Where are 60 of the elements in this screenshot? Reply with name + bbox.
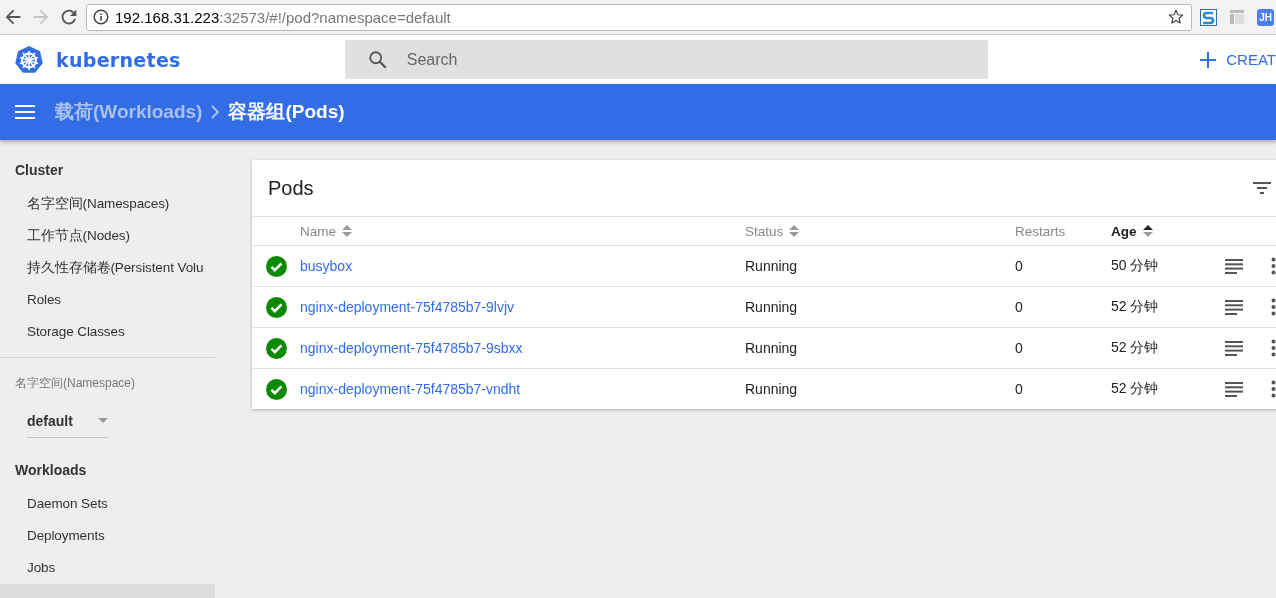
sidebar-item[interactable]: 持久性存储卷(Persistent Volu bbox=[0, 252, 215, 284]
pod-age: 52 分钟 bbox=[1111, 339, 1160, 357]
logs-icon[interactable] bbox=[1224, 340, 1243, 356]
card-title: Pods bbox=[268, 176, 314, 200]
sidebar-item[interactable]: Deployments bbox=[0, 520, 215, 552]
search-icon[interactable] bbox=[366, 49, 389, 71]
sidebar-item[interactable]: 工作节点(Nodes) bbox=[0, 220, 215, 252]
page-title: 容器组(Pods) bbox=[228, 100, 345, 124]
restart-count: 0 bbox=[1015, 381, 1024, 397]
logs-icon[interactable] bbox=[1224, 258, 1243, 274]
dropdown-arrow-icon bbox=[98, 418, 108, 423]
logs-icon[interactable] bbox=[1224, 381, 1243, 397]
url-field[interactable]: 192.168.31.223:32573/#!/pod?namespace=default bbox=[86, 3, 1193, 31]
pod-age: 50 分钟 bbox=[1111, 257, 1160, 275]
column-header: Restarts bbox=[1015, 223, 1067, 239]
chevron-icon bbox=[210, 105, 221, 119]
pod-name-link[interactable]: nginx-deployment-75f4785b7-vndht bbox=[300, 381, 745, 397]
sidebar-item[interactable]: 名字空间(Namespaces) bbox=[0, 188, 215, 220]
pod-age: 52 分钟 bbox=[1111, 298, 1160, 316]
star-icon[interactable] bbox=[1167, 8, 1186, 26]
extension-icon[interactable] bbox=[1200, 8, 1218, 26]
more-options-icon[interactable] bbox=[1270, 257, 1276, 275]
pod-status: Running bbox=[745, 299, 799, 315]
extension-badge[interactable]: JH bbox=[1257, 8, 1274, 26]
sort-icon[interactable] bbox=[1142, 224, 1153, 238]
pod-status: Running bbox=[745, 381, 799, 397]
column-header[interactable]: Age bbox=[1111, 223, 1213, 239]
menu-icon[interactable] bbox=[15, 104, 35, 120]
logs-icon[interactable] bbox=[1224, 299, 1243, 315]
section-heading: Cluster bbox=[14, 161, 65, 180]
namespace-label: 名字空间(Namespace) bbox=[14, 375, 137, 392]
brand-name[interactable]: kubernetes bbox=[56, 48, 181, 71]
section-heading: Workloads bbox=[14, 461, 88, 480]
column-header[interactable]: Status bbox=[745, 223, 1015, 239]
pod-name-link[interactable]: nginx-deployment-75f4785b7-9lvjv bbox=[300, 299, 745, 315]
search-field[interactable]: Search bbox=[344, 40, 988, 79]
sidebar-item[interactable]: Daemon Sets bbox=[0, 488, 215, 520]
namespace-select[interactable]: default bbox=[27, 406, 108, 438]
more-options-icon[interactable] bbox=[1270, 298, 1276, 316]
create-button[interactable]: CREAT bbox=[1192, 45, 1276, 74]
more-options-icon[interactable] bbox=[1270, 339, 1276, 357]
column-header[interactable]: Name bbox=[300, 223, 745, 239]
sidebar-item[interactable]: Storage Classes bbox=[0, 316, 215, 348]
more-options-icon[interactable] bbox=[1270, 380, 1276, 398]
plus-icon bbox=[1200, 51, 1217, 68]
kubernetes-logo-icon[interactable] bbox=[14, 44, 44, 75]
restart-count: 0 bbox=[1015, 299, 1024, 315]
pod-status: Running bbox=[745, 258, 799, 274]
pod-name-link[interactable]: nginx-deployment-75f4785b7-9sbxx bbox=[300, 340, 745, 356]
sidebar-item[interactable]: Jobs bbox=[0, 552, 215, 584]
filter-icon[interactable] bbox=[1253, 182, 1271, 194]
pod-age: 52 分钟 bbox=[1111, 380, 1160, 398]
info-icon[interactable] bbox=[93, 9, 109, 25]
restart-count: 0 bbox=[1015, 258, 1024, 274]
pod-name-link[interactable]: busybox bbox=[300, 258, 745, 274]
url-host: 192.168.31.223 bbox=[115, 8, 220, 26]
pod-status: Running bbox=[745, 340, 799, 356]
sidebar-item[interactable]: Roles bbox=[0, 284, 215, 316]
url-path: :32573/#!/pod?namespace=default bbox=[219, 8, 451, 26]
restart-count: 0 bbox=[1015, 340, 1024, 356]
